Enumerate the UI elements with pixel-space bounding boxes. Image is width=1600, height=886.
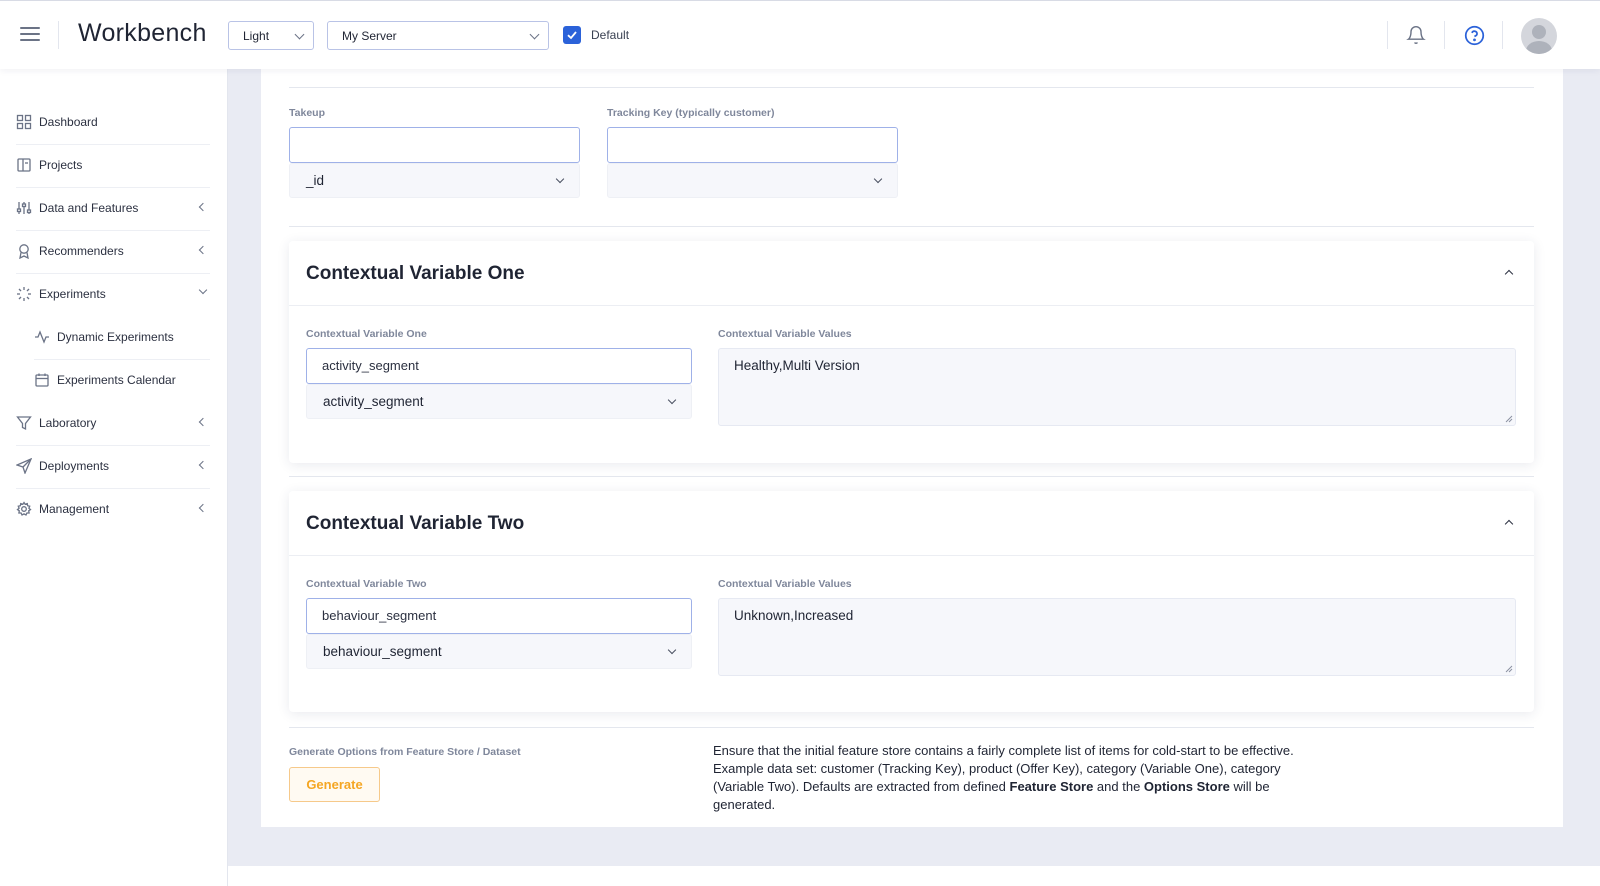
sidebar-item-label: Laboratory [39,416,97,430]
note-options-store: Options Store [1143,779,1230,794]
sidebar-item-laboratory[interactable]: Laboratory [0,402,228,445]
award-icon [19,244,29,259]
sidebar-item-label: Management [39,502,110,516]
resize-grip-icon[interactable] [1505,665,1513,673]
chevron-down-icon [294,29,305,40]
variable-two-values-textarea[interactable]: Unknown,Increased [718,598,1516,676]
calendar-icon [35,373,49,387]
grid-icon [16,114,32,130]
divider [289,476,1534,477]
bell-icon[interactable] [1406,25,1426,50]
sidebar: Dashboard Projects Data and Features Rec… [0,69,228,886]
divider [289,727,1534,728]
variable-two-select-value: behaviour_segment [323,644,442,659]
generate-label: Generate Options from Feature Store / Da… [289,746,521,758]
chevron-down-icon [198,285,208,295]
header-divider [1502,21,1503,49]
variable-one-select[interactable]: activity_segment [306,384,692,419]
chevron-down-icon [667,645,677,655]
resize-grip-icon[interactable] [1505,415,1513,423]
header-divider [1387,21,1388,49]
variable-two-select[interactable]: behaviour_segment [306,634,692,669]
sidebar-item-label: Experiments Calendar [57,373,176,387]
generate-button[interactable]: Generate [289,767,380,802]
sidebar-item-label: Deployments [39,459,110,473]
avatar[interactable] [1521,18,1557,54]
sidebar-item-dynamic-experiments[interactable]: Dynamic Experiments [0,316,228,359]
chevron-down-icon [555,174,565,184]
variable-one-input[interactable]: activity_segment [306,348,692,384]
note-text: and the [1093,779,1144,794]
chevron-left-icon [198,202,208,212]
tracking-key-label: Tracking Key (typically customer) [607,107,775,119]
tracking-key-select[interactable] [607,163,898,198]
app-title: Workbench [78,19,207,47]
sidebar-item-projects[interactable]: Projects [0,144,228,187]
divider [289,87,1534,88]
variable-two-title: Contextual Variable Two [306,513,525,534]
takeup-label: Takeup [289,107,325,119]
chevron-left-icon [198,460,208,470]
chevron-left-icon [198,417,208,427]
check-icon [567,31,577,40]
book-icon [17,158,31,172]
variable-one-values-textarea[interactable]: Healthy,Multi Version [718,348,1516,426]
loader-icon [17,287,31,301]
variable-one-label: Contextual Variable One [306,328,427,340]
chevron-left-icon [198,503,208,513]
chevron-down-icon [667,395,677,405]
variable-one-values-text: Healthy,Multi Version [734,358,860,373]
chevron-down-icon [529,29,540,40]
header-divider [58,21,59,49]
note-feature-store: Feature Store [1009,779,1094,794]
sidebar-item-dashboard[interactable]: Dashboard [0,101,228,144]
chevron-down-icon [873,174,883,184]
variable-one-select-value: activity_segment [323,394,424,409]
sidebar-item-data-and-features[interactable]: Data and Features [0,187,228,230]
top-header: Workbench Light My Server Default [0,0,1600,69]
theme-select-value: Light [243,29,270,43]
sidebar-item-label: Dynamic Experiments [57,330,174,344]
server-select-value: My Server [342,29,397,43]
variable-two-label: Contextual Variable Two [306,578,427,590]
variable-two-values-label: Contextual Variable Values [718,578,852,590]
variable-two-input[interactable]: behaviour_segment [306,598,692,634]
filter-icon [16,416,32,431]
tracking-key-input[interactable] [607,127,898,163]
sidebar-item-label: Data and Features [39,201,139,215]
variable-two-values-text: Unknown,Increased [734,608,854,623]
sidebar-item-experiments[interactable]: Experiments [0,273,228,316]
activity-icon [35,330,49,344]
generate-note: Ensure that the initial feature store co… [713,742,1323,814]
sidebar-item-label: Experiments [39,287,106,301]
takeup-select-value: _id [306,173,325,188]
gear-icon [16,501,32,516]
takeup-select[interactable]: _id [289,163,580,198]
sidebar-item-management[interactable]: Management [0,488,228,531]
chevron-left-icon [198,245,208,255]
server-select[interactable]: My Server [327,21,549,50]
help-icon[interactable] [1464,25,1485,51]
default-checkbox[interactable] [563,26,581,44]
divider [289,226,1534,227]
sidebar-item-label: Recommenders [39,244,124,258]
bottom-strip [228,866,1600,886]
theme-select[interactable]: Light [228,21,314,50]
variable-one-values-label: Contextual Variable Values [718,328,852,340]
hamburger-menu-icon[interactable] [20,27,40,43]
sidebar-item-deployments[interactable]: Deployments [0,445,228,488]
takeup-input[interactable] [289,127,580,163]
sidebar-item-label: Dashboard [39,115,98,129]
sliders-icon [16,202,32,214]
sidebar-item-experiments-calendar[interactable]: Experiments Calendar [0,359,228,402]
variable-one-title: Contextual Variable One [306,263,525,284]
sidebar-item-label: Projects [39,158,83,172]
send-icon [16,458,32,474]
sidebar-item-recommenders[interactable]: Recommenders [0,230,228,273]
chevron-up-icon[interactable] [1504,269,1514,279]
default-checkbox-label: Default [591,28,630,42]
header-divider [1444,21,1445,49]
chevron-up-icon[interactable] [1504,519,1514,529]
